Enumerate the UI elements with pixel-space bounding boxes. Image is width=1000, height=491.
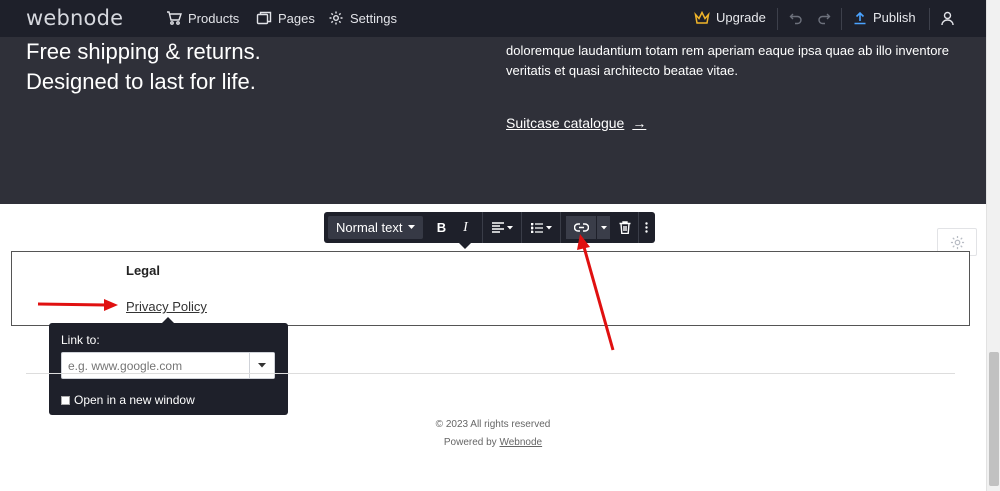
gear-icon: [329, 11, 343, 25]
gear-icon: [950, 235, 964, 249]
upgrade-label: Upgrade: [716, 10, 766, 25]
upgrade-button[interactable]: Upgrade: [694, 10, 766, 25]
text-format-toolbar: Normal text B I: [324, 212, 616, 243]
link-icon: [573, 223, 589, 232]
more-options-button[interactable]: [639, 216, 653, 239]
cart-icon: [167, 11, 182, 25]
link-button[interactable]: [566, 216, 597, 239]
pages-icon: [256, 11, 272, 25]
nav-pages-label: Pages: [278, 10, 315, 26]
webnode-logo[interactable]: webnode: [26, 6, 123, 30]
page-scrollbar[interactable]: [986, 0, 1000, 491]
hero-line-2: Designed to last for life.: [26, 69, 256, 94]
footer-divider: [26, 373, 955, 374]
link-url-input[interactable]: [61, 352, 275, 379]
bold-button[interactable]: B: [429, 216, 453, 239]
footer-powered-by: Powered by Webnode: [0, 437, 986, 448]
hero-line-1: Free shipping & returns.: [26, 39, 261, 64]
publish-label: Publish: [873, 10, 916, 25]
editor-top-bar: webnode Products Pages Settings Upgrade …: [0, 0, 986, 37]
suitcase-catalogue-label: Suitcase catalogue: [506, 115, 625, 131]
block-actions-toolbar: [610, 212, 655, 243]
nav-settings-label: Settings: [350, 10, 397, 26]
align-left-icon: [491, 222, 504, 233]
bullet-list-icon: [530, 222, 543, 233]
align-dropdown-button[interactable]: [488, 216, 516, 239]
legal-heading: Legal: [126, 263, 160, 278]
topbar-divider: [777, 8, 778, 30]
list-dropdown-button[interactable]: [527, 216, 555, 239]
topbar-divider: [841, 8, 842, 30]
link-target-dropdown-button[interactable]: [249, 353, 274, 378]
hero-paragraph: doloremque laudantium totam rem aperiam …: [506, 43, 949, 78]
open-new-window-checkbox[interactable]: [61, 395, 70, 405]
legal-text-block[interactable]: Legal Privacy Policy: [11, 251, 970, 326]
crown-icon: [694, 10, 710, 24]
link-to-label: Link to:: [61, 333, 100, 347]
text-style-select[interactable]: Normal text: [328, 216, 424, 239]
open-new-window-label: Open in a new window: [74, 393, 195, 407]
topbar-divider: [929, 8, 930, 30]
arrow-right-icon: →: [632, 115, 647, 131]
hero-headline: Free shipping & returns. Designed to las…: [26, 37, 261, 97]
more-vertical-icon: [644, 222, 648, 233]
chevron-down-icon: [506, 225, 513, 229]
nav-products[interactable]: Products: [166, 10, 239, 26]
trash-icon: [619, 221, 631, 234]
nav-products-label: Products: [188, 10, 240, 26]
hero-section: Free shipping & returns. Designed to las…: [0, 37, 986, 204]
privacy-policy-link[interactable]: Privacy Policy: [126, 299, 207, 314]
scrollbar-thumb[interactable]: [989, 352, 999, 486]
undo-icon[interactable]: [789, 11, 803, 25]
upload-icon: [854, 11, 866, 24]
text-style-label: Normal text: [336, 220, 403, 235]
chevron-down-icon: [408, 225, 416, 229]
italic-button[interactable]: I: [453, 216, 477, 239]
webnode-link[interactable]: Webnode: [499, 437, 542, 448]
toolbar-divider: [482, 212, 484, 243]
nav-pages[interactable]: Pages: [256, 10, 315, 26]
chevron-down-icon: [545, 225, 552, 229]
user-icon[interactable]: [940, 11, 955, 26]
publish-button[interactable]: Publish: [853, 10, 916, 25]
powered-by-prefix: Powered by: [443, 437, 500, 448]
chevron-down-icon: [258, 363, 266, 368]
chevron-down-icon: [601, 225, 608, 229]
link-popup: Link to: Open in a new window: [49, 323, 288, 415]
toolbar-divider: [560, 212, 562, 243]
redo-icon[interactable]: [817, 11, 831, 25]
toolbar-pointer: [459, 243, 471, 249]
suitcase-catalogue-link[interactable]: Suitcase catalogue →: [506, 115, 646, 131]
toolbar-divider: [521, 212, 523, 243]
footer-copyright: © 2023 All rights reserved: [435, 419, 551, 430]
delete-button[interactable]: [612, 216, 638, 239]
open-new-window-option[interactable]: Open in a new window: [61, 393, 195, 407]
nav-settings[interactable]: Settings: [328, 10, 397, 26]
